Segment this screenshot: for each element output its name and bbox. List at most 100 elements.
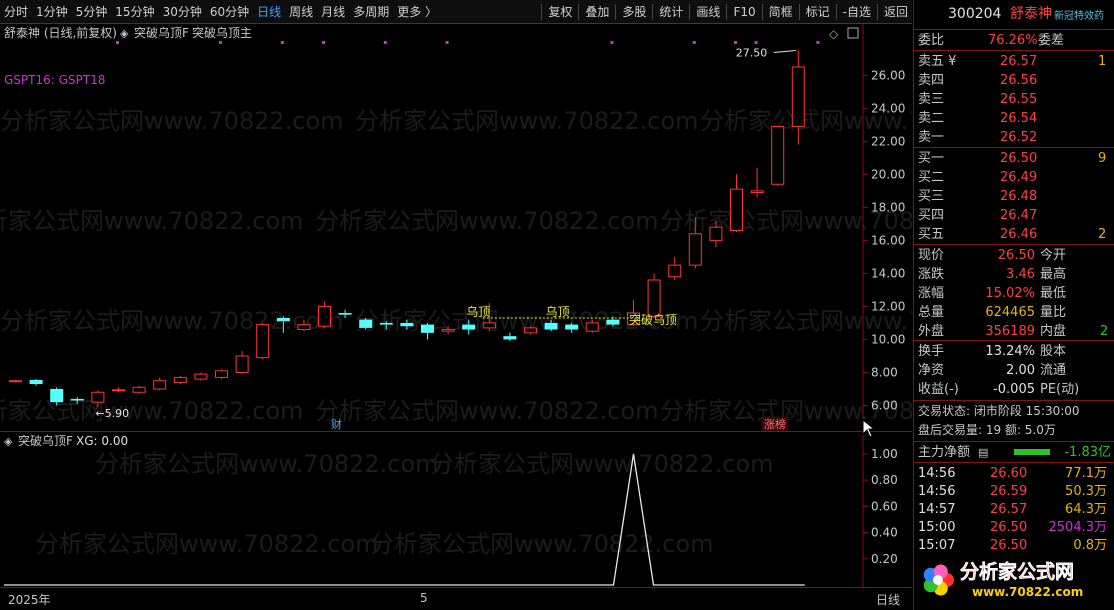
indicator-collapse-icon[interactable]: ◈ xyxy=(4,435,13,448)
candle-body-down[interactable] xyxy=(565,324,579,330)
candle-body-up[interactable] xyxy=(194,373,208,380)
collapse-icon[interactable]: ◈ xyxy=(120,27,129,40)
bid-row-2: 买三 26.48 xyxy=(918,187,1111,206)
ask-price[interactable]: 26.57 xyxy=(1000,52,1037,71)
candle-body-up[interactable] xyxy=(668,264,682,278)
candle-body-down[interactable] xyxy=(50,388,64,403)
indicator-tick-label: 0.80 xyxy=(871,473,898,487)
bid-price[interactable]: 26.47 xyxy=(1000,206,1037,225)
period-tab-4[interactable]: 30分钟 xyxy=(159,3,206,20)
candle-body-down[interactable] xyxy=(462,324,476,330)
candle-body-up[interactable] xyxy=(750,190,764,194)
candle-body-up[interactable] xyxy=(441,329,455,332)
indicator-title[interactable]: 突破乌顶F xyxy=(18,433,73,448)
kline-chart-area[interactable]: 分析家公式网www.70822.com 分析家公式网www.70822.com 分析… xyxy=(0,24,1044,432)
toolbar-button-9[interactable]: 返回 xyxy=(880,3,912,20)
toolbar-button-4[interactable]: 画线 xyxy=(692,3,724,20)
period-tab-6[interactable]: 日线 xyxy=(253,3,285,20)
candle-body-up[interactable] xyxy=(153,380,167,390)
candle-body-down[interactable] xyxy=(276,317,290,322)
candle-body-down[interactable] xyxy=(421,324,434,333)
ask-price[interactable]: 26.55 xyxy=(1000,90,1037,109)
ask-label[interactable]: 卖五 ¥ xyxy=(918,52,956,71)
candle-body-up[interactable] xyxy=(688,233,702,266)
candle-body-up[interactable] xyxy=(791,66,805,127)
formula-sub-label[interactable]: 突破乌顶主 xyxy=(192,25,252,40)
bid-label[interactable]: 买二 xyxy=(918,168,944,187)
bid-label[interactable]: 买四 xyxy=(918,206,944,225)
bid-row-3: 买四 26.47 xyxy=(918,206,1111,225)
candle-body-up[interactable] xyxy=(297,324,311,331)
candle-body-down[interactable] xyxy=(379,322,393,325)
list-icon[interactable]: ▤ xyxy=(978,443,988,462)
period-tab-9[interactable]: 多周期 xyxy=(349,3,393,20)
toolbar-button-3[interactable]: 统计 xyxy=(655,3,687,20)
period-tab-7[interactable]: 周线 xyxy=(285,3,317,20)
ask-label[interactable]: 卖一 xyxy=(918,128,944,147)
bid-label[interactable]: 买三 xyxy=(918,187,944,206)
toolbar-button-1[interactable]: 叠加 xyxy=(581,3,613,20)
bid-price[interactable]: 26.46 xyxy=(1000,225,1037,244)
bid-row-4: 买五 26.46 2 xyxy=(918,225,1111,244)
candle-body-up[interactable] xyxy=(235,355,249,373)
candle-body-down[interactable] xyxy=(359,319,373,328)
ask-price[interactable]: 26.54 xyxy=(1000,109,1037,128)
toolbar-button-8[interactable]: -自选 xyxy=(839,3,875,20)
candle-body-up[interactable] xyxy=(647,279,661,317)
period-tab-2[interactable]: 5分钟 xyxy=(72,3,112,20)
ask-label[interactable]: 卖三 xyxy=(918,90,944,109)
ask-label[interactable]: 卖四 xyxy=(918,71,944,90)
candle-body-up[interactable] xyxy=(524,327,537,334)
candle-body-up[interactable] xyxy=(256,324,270,359)
toolbar-button-5[interactable]: F10 xyxy=(729,5,759,19)
price-tick-label: 18.00 xyxy=(871,200,905,214)
candle-body-up[interactable] xyxy=(112,389,125,392)
candle-body-down[interactable] xyxy=(338,313,352,315)
ask-row-4: 卖一 26.52 xyxy=(918,128,1111,147)
candle-body-up[interactable] xyxy=(771,125,785,185)
period-tab-10[interactable]: 更多 〉 xyxy=(393,3,441,20)
ask-price[interactable]: 26.56 xyxy=(1000,71,1037,90)
stat2-right-label: 流通 xyxy=(1040,363,1067,378)
maximize-icon[interactable] xyxy=(847,27,859,39)
zhang-badge[interactable]: 涨榜 xyxy=(764,417,786,431)
toolbar-button-6[interactable]: 简框 xyxy=(765,3,797,20)
period-tab-3[interactable]: 15分钟 xyxy=(111,3,158,20)
candle-body-down[interactable] xyxy=(400,322,414,327)
candle-body-up[interactable] xyxy=(173,376,187,383)
period-tab-1[interactable]: 1分钟 xyxy=(32,3,72,20)
candle-body-up[interactable] xyxy=(132,386,146,393)
candle-body-down[interactable] xyxy=(544,322,558,330)
candle-body-up[interactable] xyxy=(9,380,22,383)
formula-main-label[interactable]: 突破乌顶F xyxy=(134,25,189,40)
candle-body-up[interactable] xyxy=(318,305,331,327)
toolbar-button-7[interactable]: 标记 xyxy=(802,3,834,20)
candle-body-down[interactable] xyxy=(606,319,620,325)
ask-price[interactable]: 26.52 xyxy=(1000,128,1037,147)
period-tab-8[interactable]: 月线 xyxy=(317,3,349,20)
ask-label[interactable]: 卖二 xyxy=(918,109,944,128)
bid-price[interactable]: 26.49 xyxy=(1000,168,1037,187)
toolbar-button-2[interactable]: 多股 xyxy=(618,3,650,20)
bid-label[interactable]: 买五 xyxy=(918,225,944,244)
finance-badge[interactable]: 财 xyxy=(331,417,342,431)
candle-body-up[interactable] xyxy=(730,188,743,231)
candle-body-down[interactable] xyxy=(70,398,84,401)
period-tab-5[interactable]: 60分钟 xyxy=(206,3,253,20)
candle-body-down[interactable] xyxy=(29,379,43,385)
candle-body-down[interactable] xyxy=(503,336,517,340)
settings-diamond-icon[interactable]: ◇ xyxy=(829,27,839,41)
candle-body-up[interactable] xyxy=(482,322,496,329)
candle-body-up[interactable] xyxy=(585,322,599,332)
indicator-panel[interactable]: 分析家公式网www.70822.com 分析家公式网www.70822.com 分析… xyxy=(0,432,912,588)
period-indicator[interactable]: 日线 xyxy=(876,591,900,608)
period-tab-0[interactable]: 分时 xyxy=(0,3,32,20)
candle-body-up[interactable] xyxy=(215,370,228,378)
bid-price[interactable]: 26.50 xyxy=(1000,149,1037,168)
bid-label[interactable]: 买一 xyxy=(918,149,944,168)
toolbar-button-0[interactable]: 复权 xyxy=(544,3,576,20)
candle-body-up[interactable] xyxy=(91,391,105,403)
candle-body-up[interactable] xyxy=(709,226,723,241)
bid-price[interactable]: 26.48 xyxy=(1000,187,1037,206)
quote-panel: 300204 舒泰神 新冠特效药 委比 76.26% 委差 卖五 ¥ 26.57 1 卖四 26.5… xyxy=(913,0,1114,610)
